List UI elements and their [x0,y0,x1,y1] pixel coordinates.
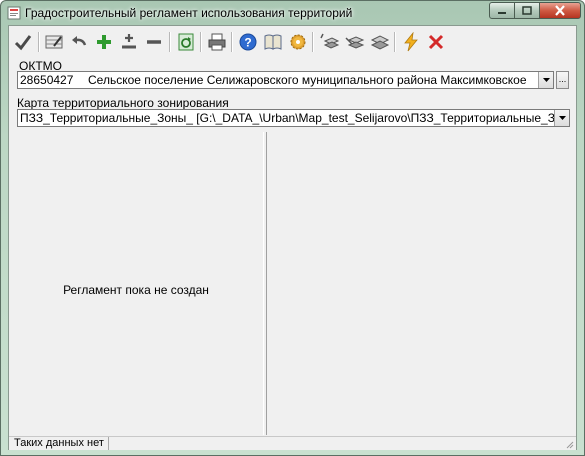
status-bar: Таких данных нет [9,436,576,450]
book-icon [264,34,282,50]
svg-text:?: ? [244,36,251,50]
oktmo-name: Сельское поселение Селижаровского муници… [88,73,527,87]
oktmo-dropdown-button[interactable] [538,72,553,88]
map-value: ПЗЗ_Территориальные_Зоны_ [G:\_DATA_\Urb… [20,111,570,125]
lightning-icon [404,32,418,52]
maximize-icon [522,6,532,15]
toolbar: ? [9,26,576,58]
refresh-button[interactable] [174,30,198,54]
window-title: Градостроительный регламент использовани… [25,6,353,20]
minus-icon [147,40,161,44]
map-select[interactable]: ПЗЗ_Территориальные_Зоны_ [G:\_DATA_\Urb… [17,109,570,127]
layers-up-button[interactable] [317,30,341,54]
plus-icon [97,35,111,49]
undo-button[interactable] [67,30,91,54]
regulation-details-panel[interactable] [267,132,576,435]
apply-button[interactable] [11,30,35,54]
minimize-button[interactable] [489,2,515,19]
print-button[interactable] [205,30,229,54]
status-text: Таких данных нет [11,437,109,450]
map-label: Карта территориального зонирования [17,96,229,110]
layers-down-icon [345,36,365,49]
empty-regulation-message: Регламент пока не создан [63,283,209,297]
help-button[interactable]: ? [236,30,260,54]
map-dropdown-button[interactable] [554,110,569,126]
layers-check-button[interactable] [367,30,391,54]
chevron-down-icon [542,78,550,82]
book-button[interactable] [261,30,285,54]
undo-arrow-icon [72,36,87,46]
checkmark-icon [14,35,32,51]
oktmo-select[interactable]: 28650427 Сельское поселение Селижаровско… [17,71,554,89]
client-area: ? ОКТМО 28650427 Сельское поселение Сели… [8,25,577,450]
chevron-down-icon [558,116,566,120]
app-window: Градостроительный регламент использовани… [0,0,585,456]
plus-minus-icon [122,34,136,49]
regulation-tree-panel[interactable]: Регламент пока не создан [9,132,263,435]
layers-check-icon [370,35,390,50]
printer-icon [208,33,226,51]
oktmo-code: 28650427 [20,73,74,87]
minimize-icon [498,11,506,14]
gear-icon [290,34,306,50]
delete-x-icon [428,34,444,50]
layers-up-icon [320,33,340,49]
add-remove-button[interactable] [117,30,141,54]
close-icon [555,5,565,16]
resize-grip-icon[interactable] [564,439,574,449]
refresh-icon [178,33,194,51]
title-bar[interactable]: Градостроительный регламент использовани… [1,1,584,25]
layers-down-button[interactable] [342,30,366,54]
edit-table-icon [45,35,63,49]
app-icon [7,6,21,20]
execute-button[interactable] [399,30,423,54]
close-button[interactable] [539,2,581,19]
add-button[interactable] [92,30,116,54]
settings-button[interactable] [286,30,310,54]
remove-button[interactable] [142,30,166,54]
edit-table-button[interactable] [42,30,66,54]
maximize-button[interactable] [514,2,540,19]
delete-button[interactable] [424,30,448,54]
oktmo-browse-button[interactable]: ... [556,71,569,89]
help-icon: ? [239,33,257,51]
